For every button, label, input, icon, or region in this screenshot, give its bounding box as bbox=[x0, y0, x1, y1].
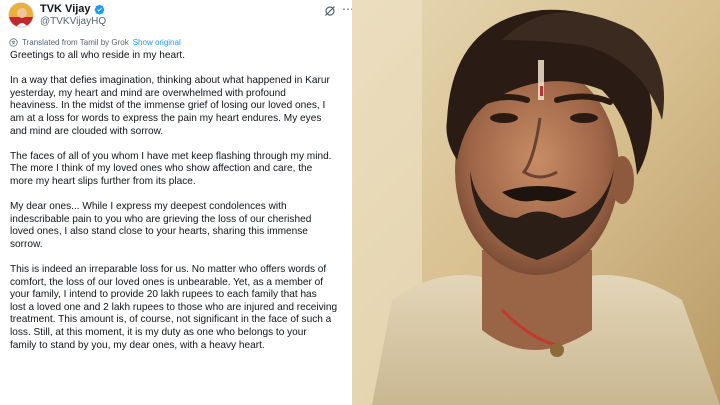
portrait-photo bbox=[352, 0, 720, 405]
grok-icon[interactable] bbox=[324, 5, 336, 17]
translated-from-text: Translated from Tamil by Grok bbox=[22, 37, 129, 47]
tweet-paragraph: In a way that defies imagination, thinki… bbox=[10, 75, 330, 137]
portrait-image bbox=[352, 0, 720, 405]
avatar[interactable] bbox=[8, 2, 34, 28]
more-icon[interactable]: ⋯ bbox=[342, 3, 352, 15]
show-original-link[interactable]: Show original bbox=[133, 38, 181, 47]
verified-badge-icon bbox=[94, 4, 104, 15]
tweet-paragraph: My dear ones... While I express my deepe… bbox=[10, 201, 312, 250]
tweet-paragraph: This is indeed an irreparable loss for u… bbox=[10, 264, 338, 351]
tweet-panel: TVK Vijay @TVKVijayHQ ⋯ Translated from … bbox=[0, 0, 352, 405]
tweet-paragraph: Greetings to all who reside in my heart. bbox=[10, 50, 186, 61]
translate-icon bbox=[9, 37, 18, 47]
tweet-text: Greetings to all who reside in my heart.… bbox=[10, 50, 348, 365]
name-row: TVK Vijay bbox=[40, 2, 105, 16]
author-name[interactable]: TVK Vijay bbox=[40, 3, 91, 15]
translation-notice: Translated from Tamil by Grok Show origi… bbox=[9, 36, 181, 48]
tweet-paragraph: The faces of all of you whom I have met … bbox=[10, 150, 332, 187]
author-handle[interactable]: @TVKVijayHQ bbox=[40, 16, 106, 27]
tweet-header: TVK Vijay @TVKVijayHQ ⋯ bbox=[8, 2, 352, 32]
avatar-image bbox=[9, 3, 33, 27]
